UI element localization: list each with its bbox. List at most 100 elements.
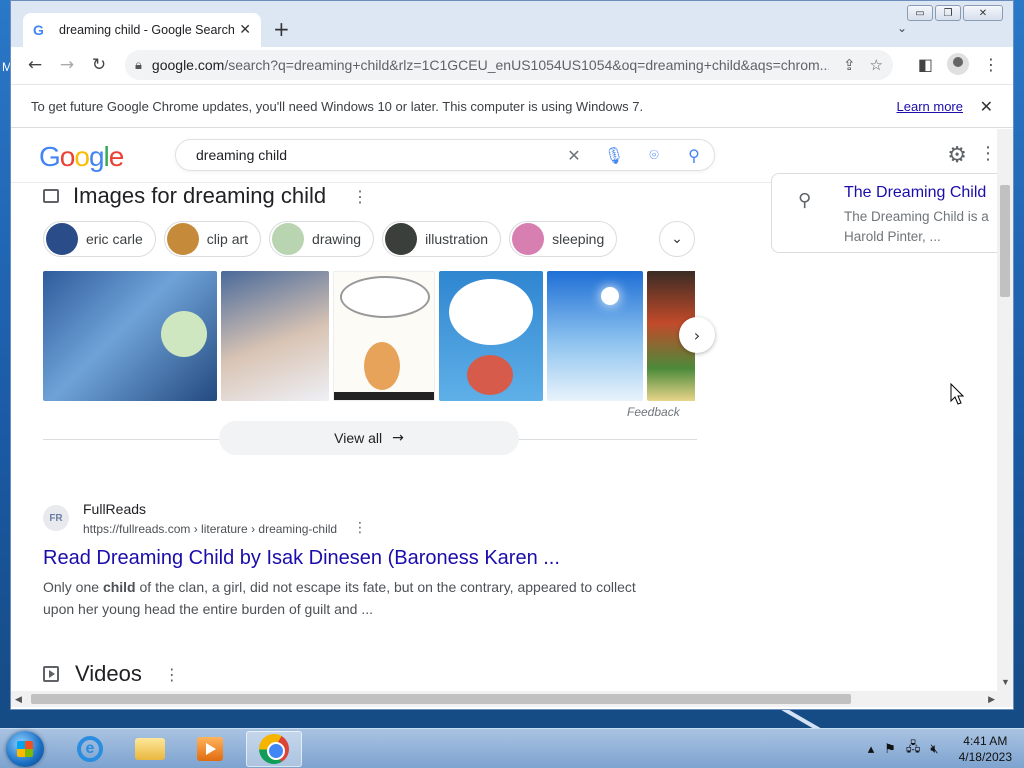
image-thumbnail[interactable] (221, 271, 329, 401)
image-thumbnail[interactable] (547, 271, 643, 401)
lock-icon[interactable]: 🔒︎ (135, 58, 142, 73)
windows-taskbar: e ▴ ⚑ 🖧︎ 🔇︎ 4:41 AM 4/18/2023 (0, 728, 1024, 768)
videos-more-options-icon[interactable]: ⋮ (164, 665, 180, 684)
chrome-taskbar-button[interactable] (246, 731, 302, 767)
url-text[interactable]: google.com/search?q=dreaming+child&rlz=1… (152, 57, 829, 73)
image-thumbnail[interactable] (43, 271, 217, 401)
search-box[interactable]: dreaming child ✕ 🎙︎ ⌾ ⚲ (175, 139, 715, 171)
images-section-header: Images for dreaming child ⋮ (43, 183, 368, 209)
search-icon: ⚲ (798, 190, 812, 211)
images-more-options-icon[interactable]: ⋮ (352, 187, 368, 206)
google-apps-icon[interactable]: ⋮ (979, 143, 997, 164)
clear-search-icon[interactable]: ✕ (554, 146, 594, 165)
chip-thumbnail (272, 223, 305, 255)
result-snippet: Only one child of the clan, a girl, did … (43, 579, 636, 617)
image-icon (43, 189, 59, 203)
tab-search-chevron-icon[interactable]: ⌄ (897, 21, 907, 35)
start-button[interactable] (6, 731, 44, 767)
image-filter-chips: eric carle clip art drawing illustration… (43, 221, 618, 257)
chip-thumbnail (385, 223, 418, 255)
arrow-right-icon: → (392, 430, 404, 446)
voice-search-icon[interactable]: 🎙︎ (594, 146, 634, 165)
google-logo[interactable]: Google (39, 141, 124, 173)
videos-heading: Videos (75, 661, 142, 686)
bookmark-star-icon[interactable]: ☆ (870, 56, 883, 74)
system-tray: ▴ ⚑ 🖧︎ 🔇︎ 4:41 AM 4/18/2023 (868, 733, 1012, 765)
toolbar-right: ◧ ⋮ (918, 53, 999, 75)
scroll-left-arrow-icon[interactable]: ◀ (15, 694, 22, 705)
scroll-down-arrow-icon[interactable]: ▼ (1001, 677, 1010, 687)
tab-title: dreaming child - Google Search (59, 23, 235, 37)
update-infobar: To get future Google Chrome updates, you… (11, 84, 1013, 128)
knowledge-panel-description: The Dreaming Child is a Harold Pinter, ..… (844, 209, 989, 244)
media-player-taskbar-button[interactable] (182, 731, 238, 767)
browser-toolbar: ← → ↻ 🔒︎ google.com/search?q=dreaming+ch… (11, 47, 1013, 83)
window-frame: ▭ ❐ ✕ G dreaming child - Google Search ✕… (11, 1, 1013, 47)
chrome-icon (259, 734, 289, 764)
media-player-icon (197, 737, 223, 761)
scroll-right-arrow-icon[interactable]: ▶ (988, 694, 995, 705)
view-all-button[interactable]: View all → (219, 421, 519, 455)
back-button[interactable]: ← (19, 55, 51, 75)
network-icon[interactable]: 🖧︎ (906, 738, 921, 760)
search-icon[interactable]: ⚲ (674, 146, 714, 165)
infobar-close-icon[interactable]: ✕ (980, 97, 993, 116)
page-content: Google dreaming child ✕ 🎙︎ ⌾ ⚲ ⚙ ⋮ Image… (11, 129, 997, 691)
chip-thumbnail (46, 223, 78, 255)
site-favicon: FR (43, 505, 69, 531)
infobar-text: To get future Google Chrome updates, you… (31, 98, 644, 114)
chrome-window: ▭ ❐ ✕ G dreaming child - Google Search ✕… (10, 0, 1014, 710)
reload-button[interactable]: ↻ (83, 55, 115, 75)
folder-icon (135, 738, 165, 760)
chip-thumbnail (512, 223, 545, 255)
chip-drawing[interactable]: drawing (269, 221, 375, 257)
image-thumbnail[interactable] (333, 271, 435, 401)
show-hidden-icons-icon[interactable]: ▴ (868, 742, 875, 757)
chip-eric-carle[interactable]: eric carle (43, 221, 156, 257)
file-explorer-taskbar-button[interactable] (122, 731, 178, 767)
vertical-scroll-thumb[interactable] (1000, 185, 1010, 297)
tab-active[interactable]: G dreaming child - Google Search ✕ (23, 13, 261, 47)
image-thumbnail[interactable] (439, 271, 543, 401)
volume-muted-icon[interactable]: 🔇︎ (930, 742, 938, 757)
minimize-button[interactable]: ▭ (907, 5, 933, 21)
window-controls: ▭ ❐ ✕ (907, 5, 1003, 21)
chip-illustration[interactable]: illustration (382, 221, 502, 257)
horizontal-scroll-thumb[interactable] (31, 694, 851, 704)
system-clock[interactable]: 4:41 AM 4/18/2023 (959, 733, 1012, 765)
internet-explorer-icon: e (77, 736, 103, 762)
result-site-name[interactable]: FullReads (83, 501, 146, 517)
result-url[interactable]: https://fullreads.com › literature › dre… (83, 522, 337, 536)
new-tab-button[interactable]: + (273, 17, 290, 41)
lens-camera-icon[interactable]: ⌾ (634, 145, 674, 165)
image-thumbnails (43, 271, 695, 401)
video-icon (43, 666, 59, 682)
result-title-link[interactable]: Read Dreaming Child by Isak Dinesen (Bar… (43, 547, 560, 570)
google-favicon-icon: G (33, 22, 44, 38)
images-heading: Images for dreaming child (73, 183, 327, 208)
chrome-menu-icon[interactable]: ⋮ (983, 55, 999, 74)
feedback-link[interactable]: Feedback (627, 405, 680, 419)
chip-clip-art[interactable]: clip art (163, 221, 262, 257)
learn-more-link[interactable]: Learn more (897, 99, 963, 114)
maximize-button[interactable]: ❐ (935, 5, 961, 21)
result-more-options-icon[interactable]: ⋮ (353, 520, 367, 536)
internet-explorer-taskbar-button[interactable]: e (62, 731, 118, 767)
close-window-button[interactable]: ✕ (963, 5, 1003, 21)
share-icon[interactable]: ⇪ (843, 56, 856, 74)
knowledge-panel-card[interactable]: ⚲ The Dreaming Child The Dreaming Child … (771, 173, 997, 253)
action-center-flag-icon[interactable]: ⚑ (884, 742, 896, 757)
thumbnails-next-icon[interactable]: › (679, 317, 715, 353)
settings-gear-icon[interactable]: ⚙ (947, 143, 967, 168)
address-bar[interactable]: 🔒︎ google.com/search?q=dreaming+child&rl… (125, 50, 893, 80)
close-tab-icon[interactable]: ✕ (239, 22, 251, 38)
side-panel-icon[interactable]: ◧ (918, 55, 933, 74)
search-input[interactable]: dreaming child (196, 147, 554, 163)
knowledge-panel-title[interactable]: The Dreaming Child (844, 184, 986, 202)
profile-avatar[interactable] (947, 53, 969, 75)
forward-button[interactable]: → (51, 55, 83, 75)
chips-expand-chevron-icon[interactable]: ⌄ (659, 221, 695, 257)
horizontal-scrollbar[interactable]: ◀ ▶ (11, 691, 1013, 707)
chip-sleeping[interactable]: sleeping (509, 221, 618, 257)
vertical-scrollbar[interactable]: ▼ (997, 129, 1013, 691)
